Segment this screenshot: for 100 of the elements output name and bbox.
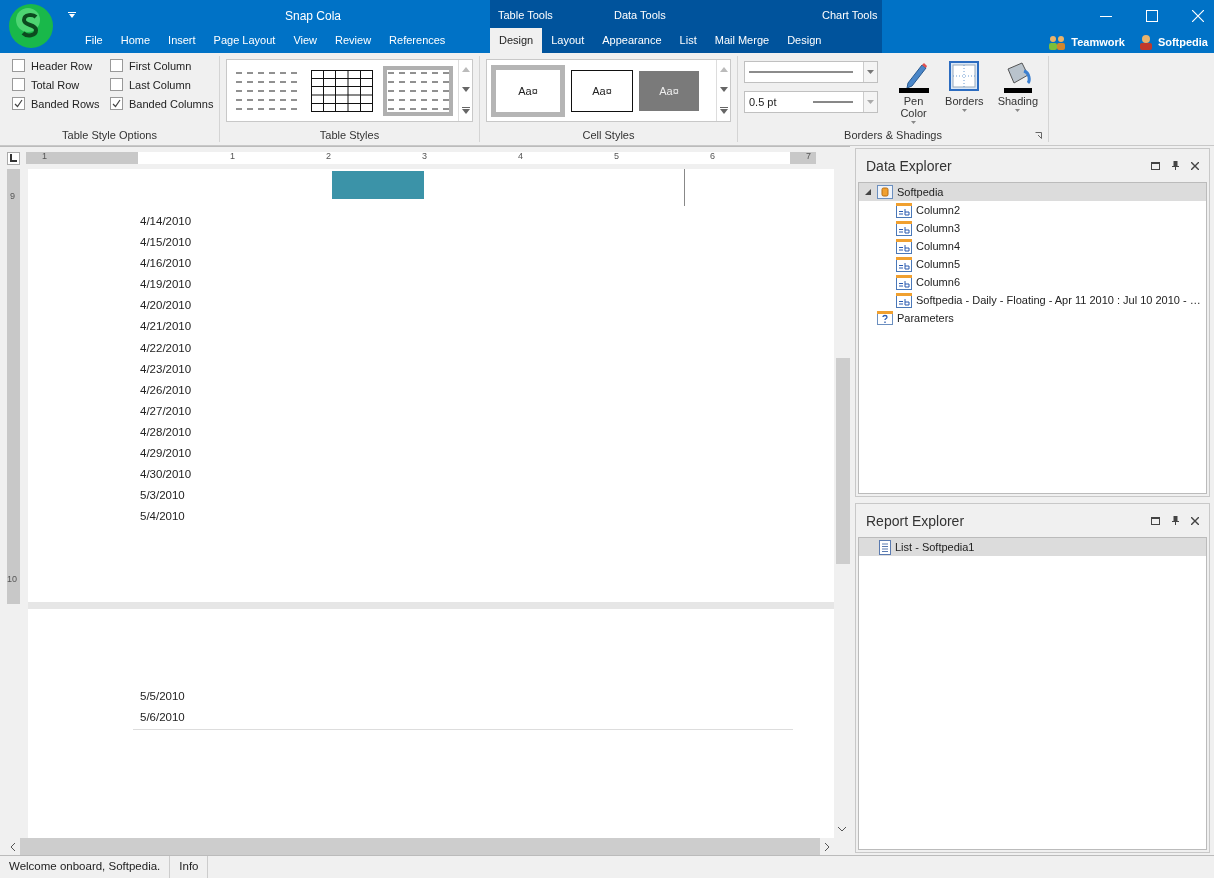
line-sample-icon	[813, 100, 853, 104]
cell-style-preview[interactable]: Aa¤	[571, 69, 633, 112]
date-text: 4/16/2010	[140, 256, 193, 272]
scroll-down-icon[interactable]	[461, 87, 470, 92]
date-text: 4/20/2010	[140, 298, 193, 314]
pin-icon[interactable]	[1172, 516, 1179, 525]
date-text: 5/4/2010	[140, 509, 186, 525]
vertical-ruler[interactable]: 9 10	[7, 169, 20, 604]
scroll-right-icon[interactable]	[824, 842, 830, 851]
tree-item[interactable]: Softpedia	[859, 183, 1206, 201]
tree-item[interactable]: Softpedia - Daily - Floating - Apr 11 2010 : Jul 10 2010 - …	[859, 291, 1206, 309]
scroll-left-icon[interactable]	[10, 842, 16, 851]
ribbon-tab[interactable]: File	[76, 28, 112, 53]
line-sample-icon	[749, 70, 854, 74]
status-text: Info	[170, 856, 209, 878]
ribbon-tab[interactable]: Layout	[542, 28, 594, 53]
date-text: 4/26/2010	[140, 382, 193, 398]
caret-icon	[1015, 109, 1021, 112]
checkbox-label[interactable]: Banded Columns	[129, 97, 214, 110]
close-icon[interactable]	[1191, 516, 1199, 525]
checkbox[interactable]	[12, 59, 25, 72]
panel-title: Data Explorer	[866, 157, 952, 174]
line-weight-dropdown[interactable]: 0.5 pt	[744, 91, 878, 113]
person-icon	[1138, 34, 1153, 50]
expand-gallery-icon[interactable]	[719, 106, 728, 114]
ribbon-tab[interactable]: Insert	[159, 28, 205, 53]
scroll-down-icon[interactable]	[838, 827, 846, 832]
ribbon-tab[interactable]: Review	[326, 28, 381, 53]
checkbox[interactable]	[110, 97, 123, 110]
people-icon	[1048, 34, 1067, 50]
tree-item[interactable]: Column5	[859, 255, 1206, 273]
window-icon[interactable]	[1151, 516, 1160, 525]
pencil-icon	[897, 61, 930, 93]
ribbon-tab[interactable]: Page Layout	[204, 28, 285, 53]
checkbox-label[interactable]: First Column	[129, 59, 192, 72]
ruler-number: 2	[326, 151, 331, 161]
ribbon-tab[interactable]: Mail Merge	[705, 28, 779, 53]
close-icon[interactable]	[1191, 161, 1199, 170]
contextual-tab-group: Data Tools	[606, 9, 814, 21]
ribbon-tab[interactable]: View	[284, 28, 327, 53]
ribbon-button[interactable]: Shading	[993, 61, 1042, 124]
ruler-number: 4	[518, 151, 523, 161]
ruler-number: 7	[806, 151, 811, 161]
checkbox-label[interactable]: Last Column	[129, 78, 191, 91]
text-field-icon	[896, 202, 912, 218]
tab-stop-selector[interactable]	[7, 151, 20, 165]
collapse-arrow-icon[interactable]	[865, 189, 871, 195]
tree-item[interactable]: Column3	[859, 219, 1206, 237]
checkbox[interactable]	[12, 78, 25, 91]
tree-item[interactable]: List - Softpedia1	[859, 538, 1206, 556]
checkbox-label[interactable]: Banded Rows	[31, 97, 100, 110]
ribbon-tab[interactable]: References	[380, 28, 455, 53]
checkbox-label[interactable]: Total Row	[31, 78, 80, 91]
ribbon-tab[interactable]: Home	[111, 28, 160, 53]
ribbon-tab[interactable]: Design	[778, 28, 831, 53]
group-label: Table Style Options	[61, 129, 158, 142]
ribbon-button[interactable]: Pen Color	[892, 61, 936, 124]
maximize-icon[interactable]	[1146, 10, 1158, 22]
paint-bucket-icon	[1001, 61, 1034, 93]
cell-style-preview[interactable]: Aa¤	[491, 64, 565, 117]
dialog-launcher-icon[interactable]	[1035, 132, 1042, 139]
scroll-down-icon[interactable]	[719, 87, 728, 92]
date-text: 5/5/2010	[140, 689, 186, 704]
checkbox-label[interactable]: Header Row	[31, 59, 93, 72]
text-field-icon	[896, 238, 912, 254]
group-label: Table Styles	[318, 129, 381, 142]
date-text: 5/6/2010	[140, 710, 186, 726]
date-text: 4/30/2010	[140, 467, 193, 483]
tree-item[interactable]: Column2	[859, 201, 1206, 219]
app-logo-icon[interactable]	[8, 3, 54, 49]
quick-access-dropdown-icon[interactable]	[68, 12, 76, 18]
date-text: 4/27/2010	[140, 403, 193, 419]
ribbon-tab[interactable]: List	[670, 28, 706, 53]
pin-icon[interactable]	[1172, 161, 1179, 170]
user-link[interactable]: Softpedia	[1157, 36, 1208, 48]
text-field-icon	[896, 220, 912, 236]
text-field-icon	[896, 292, 912, 308]
ribbon-tab[interactable]: Appearance	[593, 28, 671, 53]
database-icon	[877, 185, 893, 199]
horizontal-ruler[interactable]: 1 1 2 3 4 5 6 7	[26, 152, 816, 164]
ruler-number: 9	[10, 191, 15, 201]
date-text: 4/14/2010	[140, 214, 193, 229]
window-icon[interactable]	[1151, 161, 1160, 170]
caret-icon	[911, 121, 917, 124]
ribbon-tab[interactable]: Design	[490, 28, 543, 53]
tree-item[interactable]: Parameters	[859, 309, 1206, 327]
tree-item[interactable]: Column6	[859, 273, 1206, 291]
date-text: 4/22/2010	[140, 340, 193, 356]
checkbox[interactable]	[12, 97, 25, 110]
checkbox[interactable]	[110, 78, 123, 91]
dropdown-arrow-icon[interactable]	[867, 70, 875, 74]
line-style-dropdown[interactable]	[744, 61, 878, 83]
checkbox[interactable]	[110, 59, 123, 72]
expand-gallery-icon[interactable]	[461, 106, 470, 114]
ruler-number: 6	[710, 151, 715, 161]
tree-item[interactable]: Column4	[859, 237, 1206, 255]
user-link[interactable]: Teamwork	[1071, 36, 1125, 48]
ribbon-button[interactable]: Borders	[941, 61, 988, 124]
cell-style-preview[interactable]: Aa¤	[639, 70, 699, 111]
ruler-number: 3	[422, 151, 427, 161]
